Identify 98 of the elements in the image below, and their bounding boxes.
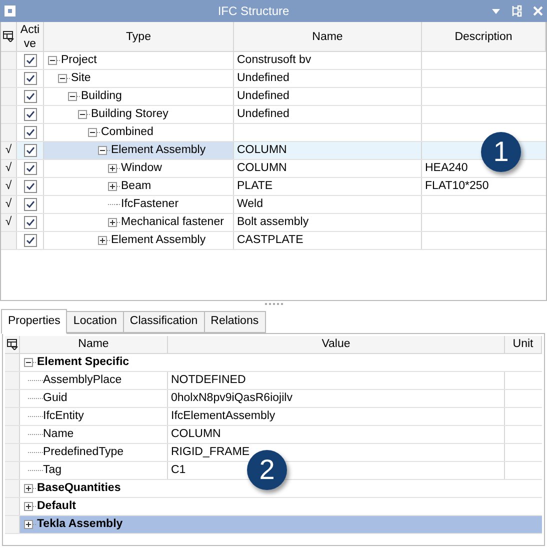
expand-icon[interactable] xyxy=(24,502,33,511)
group-row[interactable]: Default xyxy=(20,498,542,515)
tree-row[interactable]: Site Undefined xyxy=(1,70,546,88)
table-cell-text: HEA240 xyxy=(425,160,468,176)
property-name: Guid xyxy=(43,390,68,406)
tree-item[interactable]: Element Assembly xyxy=(110,232,206,250)
tree-row[interactable]: Building Undefined xyxy=(1,88,546,106)
checkbox[interactable] xyxy=(24,108,36,121)
tree-item[interactable]: Mechanical fastener xyxy=(120,214,224,232)
table-cell-text: Undefined xyxy=(237,70,290,86)
group-header: BaseQuantities xyxy=(36,480,121,496)
splitter-handle[interactable] xyxy=(264,303,282,305)
table-cell-text: CASTPLATE xyxy=(237,232,304,248)
tree-row[interactable]: Element Assembly CASTPLATE xyxy=(1,232,546,250)
column-chooser-icon[interactable] xyxy=(6,339,18,350)
expand-icon[interactable] xyxy=(24,484,33,493)
tree-row[interactable]: Building Storey Undefined xyxy=(1,106,546,124)
row-indicator[interactable]: √ xyxy=(1,178,17,195)
group-row[interactable]: Tekla Assembly xyxy=(20,516,542,533)
property-value: C1 xyxy=(171,462,186,478)
tree-item[interactable]: Window xyxy=(120,160,162,178)
callout-marker: 1 xyxy=(481,132,521,172)
tab[interactable]: Classification xyxy=(122,311,205,333)
checkbox[interactable] xyxy=(24,144,36,157)
tree-item[interactable]: IfcFastener xyxy=(120,196,179,214)
table-cell-text: COLUMN xyxy=(237,160,287,176)
window-title: IFC Structure xyxy=(216,3,290,20)
window-icon xyxy=(4,5,16,17)
tab[interactable]: Location xyxy=(66,311,124,333)
property-value: NOTDEFINED xyxy=(171,372,246,388)
checkbox[interactable] xyxy=(24,198,36,211)
table-cell-text: Undefined xyxy=(237,88,290,104)
collapse-icon[interactable] xyxy=(78,110,87,119)
collapse-icon[interactable] xyxy=(88,128,97,137)
property-value: IfcElementAssembly xyxy=(171,408,276,424)
tab[interactable]: Properties xyxy=(1,309,68,334)
column-header[interactable]: Description xyxy=(454,30,512,44)
group-header: Default xyxy=(36,498,76,514)
row-indicator[interactable]: √ xyxy=(1,214,17,231)
row-indicator[interactable]: √ xyxy=(1,160,17,177)
dropdown-icon[interactable] xyxy=(491,6,501,16)
expand-icon[interactable] xyxy=(108,218,117,227)
tab[interactable]: Relations xyxy=(204,311,266,333)
table-cell-text: COLUMN xyxy=(237,142,287,158)
tree-row[interactable]: Project Construsoft bv xyxy=(1,52,546,70)
column-header[interactable]: Unit xyxy=(512,336,534,354)
collapse-icon[interactable] xyxy=(48,56,57,65)
table-cell-text: PLATE xyxy=(237,178,273,194)
tree-item[interactable]: Building xyxy=(80,88,122,106)
property-name: AssemblyPlace xyxy=(43,372,122,388)
property-value: 0holxN8pv9iQasR6iojilv xyxy=(171,390,292,406)
property-name: Tag xyxy=(43,462,62,478)
collapse-icon[interactable] xyxy=(68,92,77,101)
collapse-icon[interactable] xyxy=(24,358,33,367)
checkbox[interactable] xyxy=(24,216,36,229)
property-value: COLUMN xyxy=(171,426,221,442)
checkbox[interactable] xyxy=(24,72,36,85)
checkbox[interactable] xyxy=(24,180,36,193)
table-cell-text: FLAT10*250 xyxy=(425,178,489,194)
property-value: RIGID_FRAME xyxy=(171,444,250,460)
table-cell-text: Bolt assembly xyxy=(237,214,309,230)
checkbox[interactable] xyxy=(24,90,36,103)
checkbox[interactable] xyxy=(24,162,36,175)
tree-row[interactable]: √ Beam PLATE FLAT10*250 xyxy=(1,178,546,196)
table-cell-text: Undefined xyxy=(237,106,290,122)
column-header[interactable]: Name xyxy=(78,336,109,354)
collapse-icon[interactable] xyxy=(58,74,67,83)
group-header: Element Specific xyxy=(36,354,130,370)
tree-item[interactable]: Project xyxy=(60,52,97,70)
property-name: IfcEntity xyxy=(43,408,84,424)
table-cell-text: Construsoft bv xyxy=(237,52,312,68)
group-header: Tekla Assembly xyxy=(36,516,123,532)
expand-icon[interactable] xyxy=(108,164,117,173)
tree-item[interactable]: Building Storey xyxy=(90,106,168,124)
tree-item[interactable]: Site xyxy=(70,70,91,88)
column-chooser-icon[interactable] xyxy=(3,31,14,42)
row-indicator[interactable]: √ xyxy=(1,142,17,159)
checkbox[interactable] xyxy=(24,54,36,67)
collapse-icon[interactable] xyxy=(98,146,107,155)
expand-icon[interactable] xyxy=(24,520,33,529)
tree-item[interactable]: Combined xyxy=(100,124,154,142)
expand-icon[interactable] xyxy=(108,182,117,191)
row-indicator[interactable]: √ xyxy=(1,196,17,213)
checkbox[interactable] xyxy=(24,126,36,139)
column-header[interactable]: Active xyxy=(20,22,40,50)
column-header[interactable]: Name xyxy=(312,30,343,44)
property-name: Name xyxy=(43,426,74,442)
group-row[interactable]: Element Specific xyxy=(20,354,542,371)
column-header[interactable]: Value xyxy=(322,336,350,354)
expand-icon[interactable] xyxy=(98,236,107,245)
property-name: PredefinedType xyxy=(43,444,124,460)
tree-row[interactable]: √ IfcFastener Weld xyxy=(1,196,546,214)
column-header[interactable]: Type xyxy=(126,30,151,44)
close-icon[interactable] xyxy=(533,6,543,16)
table-cell-text: Weld xyxy=(237,196,263,212)
checkbox[interactable] xyxy=(24,234,36,247)
tree-row[interactable]: √ Mechanical fastener Bolt assembly xyxy=(1,214,546,232)
tree-item[interactable]: Beam xyxy=(120,178,152,196)
